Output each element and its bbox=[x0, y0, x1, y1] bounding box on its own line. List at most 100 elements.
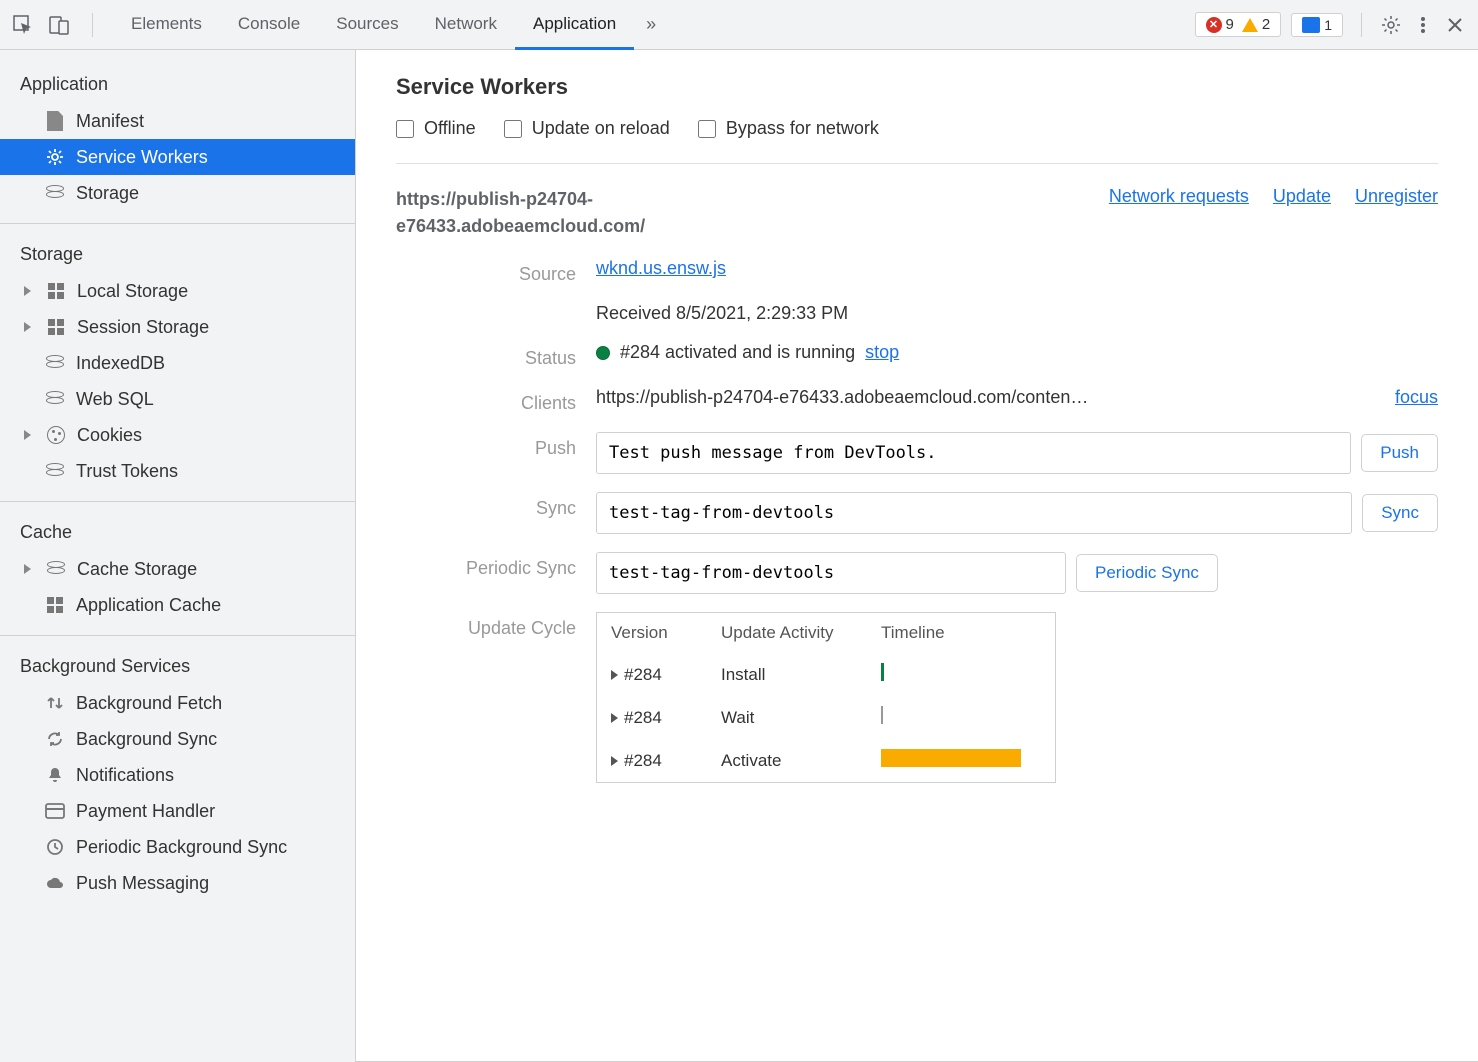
grid-icon bbox=[47, 597, 63, 613]
sidebar-item-label: Cookies bbox=[77, 425, 142, 446]
clients-label: Clients bbox=[396, 387, 596, 414]
stop-link[interactable]: stop bbox=[865, 342, 899, 363]
focus-link[interactable]: focus bbox=[1395, 387, 1438, 408]
sidebar-item-background-sync[interactable]: Background Sync bbox=[0, 721, 355, 757]
tab-application[interactable]: Application bbox=[515, 0, 634, 49]
push-label: Push bbox=[396, 432, 596, 459]
periodic-sync-label: Periodic Sync bbox=[396, 552, 596, 579]
device-icon[interactable] bbox=[48, 14, 70, 36]
sidebar-item-label: Payment Handler bbox=[76, 801, 215, 822]
sidebar-item-websql[interactable]: Web SQL bbox=[0, 381, 355, 417]
col-activity: Update Activity bbox=[721, 623, 881, 643]
sidebar-item-label: Background Fetch bbox=[76, 693, 222, 714]
sidebar-item-label: IndexedDB bbox=[76, 353, 165, 374]
sidebar-item-storage[interactable]: Storage bbox=[0, 175, 355, 211]
sync-icon bbox=[44, 728, 66, 750]
source-label: Source bbox=[396, 258, 596, 285]
sync-button[interactable]: Sync bbox=[1362, 494, 1438, 532]
cycle-row[interactable]: #284 Install bbox=[597, 653, 1055, 696]
divider bbox=[0, 223, 355, 224]
cycle-version: #284 bbox=[624, 751, 662, 770]
network-requests-link[interactable]: Network requests bbox=[1109, 186, 1249, 207]
section-application: Application bbox=[0, 66, 355, 103]
periodic-sync-input[interactable] bbox=[596, 552, 1066, 594]
col-version: Version bbox=[611, 623, 721, 643]
sidebar-item-label: Periodic Background Sync bbox=[76, 837, 287, 858]
sidebar-item-cache-storage[interactable]: Cache Storage bbox=[0, 551, 355, 587]
periodic-sync-button[interactable]: Periodic Sync bbox=[1076, 554, 1218, 592]
tabs-more-icon[interactable]: » bbox=[634, 0, 668, 49]
sync-input[interactable] bbox=[596, 492, 1352, 534]
message-badge[interactable]: 1 bbox=[1291, 13, 1343, 37]
warning-icon bbox=[1242, 18, 1258, 32]
sidebar-item-periodic-background-sync[interactable]: Periodic Background Sync bbox=[0, 829, 355, 865]
database-icon bbox=[46, 391, 64, 407]
sidebar-item-service-workers[interactable]: Service Workers bbox=[0, 139, 355, 175]
sidebar-item-label: Background Sync bbox=[76, 729, 217, 750]
sidebar-item-local-storage[interactable]: Local Storage bbox=[0, 273, 355, 309]
chevron-right-icon bbox=[24, 430, 31, 440]
update-cycle-table: Version Update Activity Timeline #284 In… bbox=[596, 612, 1056, 783]
grid-icon bbox=[48, 319, 64, 335]
sidebar-item-notifications[interactable]: Notifications bbox=[0, 757, 355, 793]
timeline-activate-bar bbox=[881, 749, 1021, 767]
more-icon[interactable] bbox=[1412, 14, 1434, 36]
database-icon bbox=[47, 561, 65, 577]
sidebar-item-label: Cache Storage bbox=[77, 559, 197, 580]
chevron-right-icon bbox=[24, 322, 31, 332]
sidebar-item-label: Local Storage bbox=[77, 281, 188, 302]
source-file-link[interactable]: wknd.us.ensw.js bbox=[596, 258, 726, 279]
database-icon bbox=[46, 463, 64, 479]
sidebar-item-trust-tokens[interactable]: Trust Tokens bbox=[0, 453, 355, 489]
chevron-right-icon bbox=[611, 756, 618, 766]
push-input[interactable] bbox=[596, 432, 1351, 474]
update-on-reload-checkbox[interactable]: Update on reload bbox=[504, 118, 670, 139]
status-running-icon bbox=[596, 346, 610, 360]
sidebar-item-payment-handler[interactable]: Payment Handler bbox=[0, 793, 355, 829]
tab-network[interactable]: Network bbox=[417, 0, 515, 49]
page-title: Service Workers bbox=[396, 74, 1438, 100]
checkbox-label: Update on reload bbox=[532, 118, 670, 139]
offline-checkbox[interactable]: Offline bbox=[396, 118, 476, 139]
settings-icon[interactable] bbox=[1380, 14, 1402, 36]
cycle-row[interactable]: #284 Activate bbox=[597, 739, 1055, 782]
bypass-for-network-checkbox[interactable]: Bypass for network bbox=[698, 118, 879, 139]
update-link[interactable]: Update bbox=[1273, 186, 1331, 207]
section-cache: Cache bbox=[0, 514, 355, 551]
sidebar-item-cookies[interactable]: Cookies bbox=[0, 417, 355, 453]
section-storage: Storage bbox=[0, 236, 355, 273]
database-icon bbox=[46, 185, 64, 201]
timeline-wait-bar bbox=[881, 706, 883, 724]
divider bbox=[1361, 13, 1362, 37]
content-pane: Service Workers Offline Update on reload… bbox=[356, 50, 1478, 1062]
sidebar-item-label: Session Storage bbox=[77, 317, 209, 338]
chevron-right-icon bbox=[611, 670, 618, 680]
tab-elements[interactable]: Elements bbox=[113, 0, 220, 49]
issues-badge[interactable]: ✕9 2 bbox=[1195, 12, 1282, 37]
sidebar-item-background-fetch[interactable]: Background Fetch bbox=[0, 685, 355, 721]
chevron-right-icon bbox=[24, 564, 31, 574]
unregister-link[interactable]: Unregister bbox=[1355, 186, 1438, 207]
tab-sources[interactable]: Sources bbox=[318, 0, 416, 49]
cookie-icon bbox=[47, 426, 65, 444]
message-count: 1 bbox=[1324, 17, 1332, 33]
inspect-icon[interactable] bbox=[12, 14, 34, 36]
sidebar-item-push-messaging[interactable]: Push Messaging bbox=[0, 865, 355, 901]
cycle-row[interactable]: #284 Wait bbox=[597, 696, 1055, 739]
divider bbox=[0, 635, 355, 636]
tab-console[interactable]: Console bbox=[220, 0, 318, 49]
section-background-services: Background Services bbox=[0, 648, 355, 685]
sidebar-item-application-cache[interactable]: Application Cache bbox=[0, 587, 355, 623]
chevron-right-icon bbox=[611, 713, 618, 723]
file-icon bbox=[47, 111, 63, 131]
sidebar-item-indexeddb[interactable]: IndexedDB bbox=[0, 345, 355, 381]
devtools-toolbar: Elements Console Sources Network Applica… bbox=[0, 0, 1478, 50]
sidebar-item-label: Storage bbox=[76, 183, 139, 204]
close-icon[interactable] bbox=[1444, 14, 1466, 36]
push-button[interactable]: Push bbox=[1361, 434, 1438, 472]
cycle-activity: Install bbox=[721, 665, 881, 685]
card-icon bbox=[44, 800, 66, 822]
grid-icon bbox=[48, 283, 64, 299]
sidebar-item-session-storage[interactable]: Session Storage bbox=[0, 309, 355, 345]
sidebar-item-manifest[interactable]: Manifest bbox=[0, 103, 355, 139]
